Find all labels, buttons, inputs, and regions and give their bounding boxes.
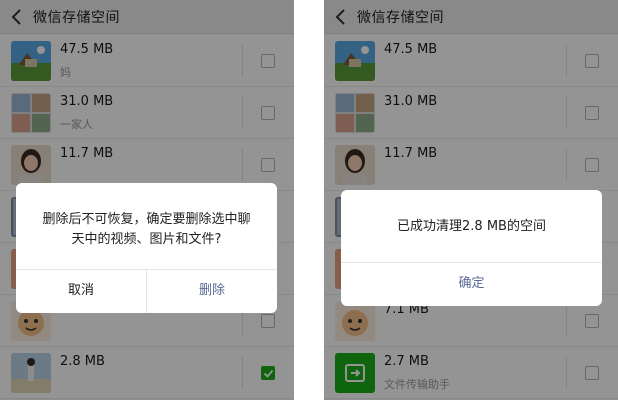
- delete-confirm-dialog: 删除后不可恢复，确定要删除选中聊 天中的视频、图片和文件? 取消 删除: [16, 183, 277, 313]
- dialog-message-line-1: 删除后不可恢复，确定要删除选中聊: [42, 212, 251, 227]
- delete-button[interactable]: 删除: [147, 269, 277, 313]
- dialog-message: 已成功清理2.8 MB的空间: [397, 219, 546, 234]
- cancel-button[interactable]: 取消: [16, 269, 146, 313]
- ok-button[interactable]: 确定: [341, 262, 602, 306]
- cleanup-success-dialog: 已成功清理2.8 MB的空间 确定: [341, 190, 602, 306]
- left-screen: 微信存储空间 47.5 MB 妈 31.0 MB 一家人 11.7 MB 2.8…: [0, 0, 294, 400]
- right-screen: 微信存储空间 47.5 MB 31.0 MB 11.7 MB 7.1 MB 2.…: [324, 0, 618, 400]
- dialog-message-line-2: 天中的视频、图片和文件?: [71, 232, 222, 247]
